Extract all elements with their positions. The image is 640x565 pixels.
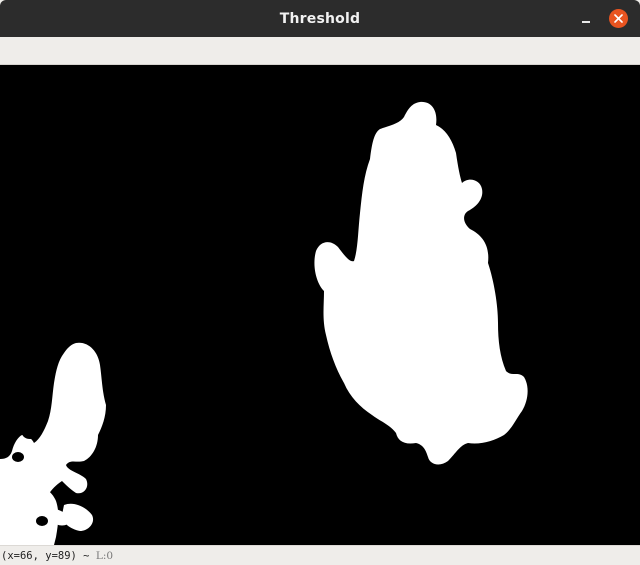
- title-bar[interactable]: Threshold: [0, 0, 640, 37]
- pixel-value: L:0: [95, 550, 114, 562]
- app-window: Threshold (x=66, y=89) ~ L:0: [0, 0, 640, 565]
- minimize-button[interactable]: [576, 9, 596, 29]
- threshold-image: [0, 65, 640, 545]
- close-button[interactable]: [609, 9, 628, 28]
- image-canvas[interactable]: [0, 65, 640, 545]
- cursor-coordinates: (x=66, y=89) ~: [1, 550, 90, 562]
- window-title: Threshold: [279, 10, 361, 27]
- close-icon: [614, 14, 623, 23]
- minimize-icon: [582, 21, 590, 23]
- status-bar: (x=66, y=89) ~ L:0: [0, 545, 640, 565]
- toolbar: [0, 37, 640, 65]
